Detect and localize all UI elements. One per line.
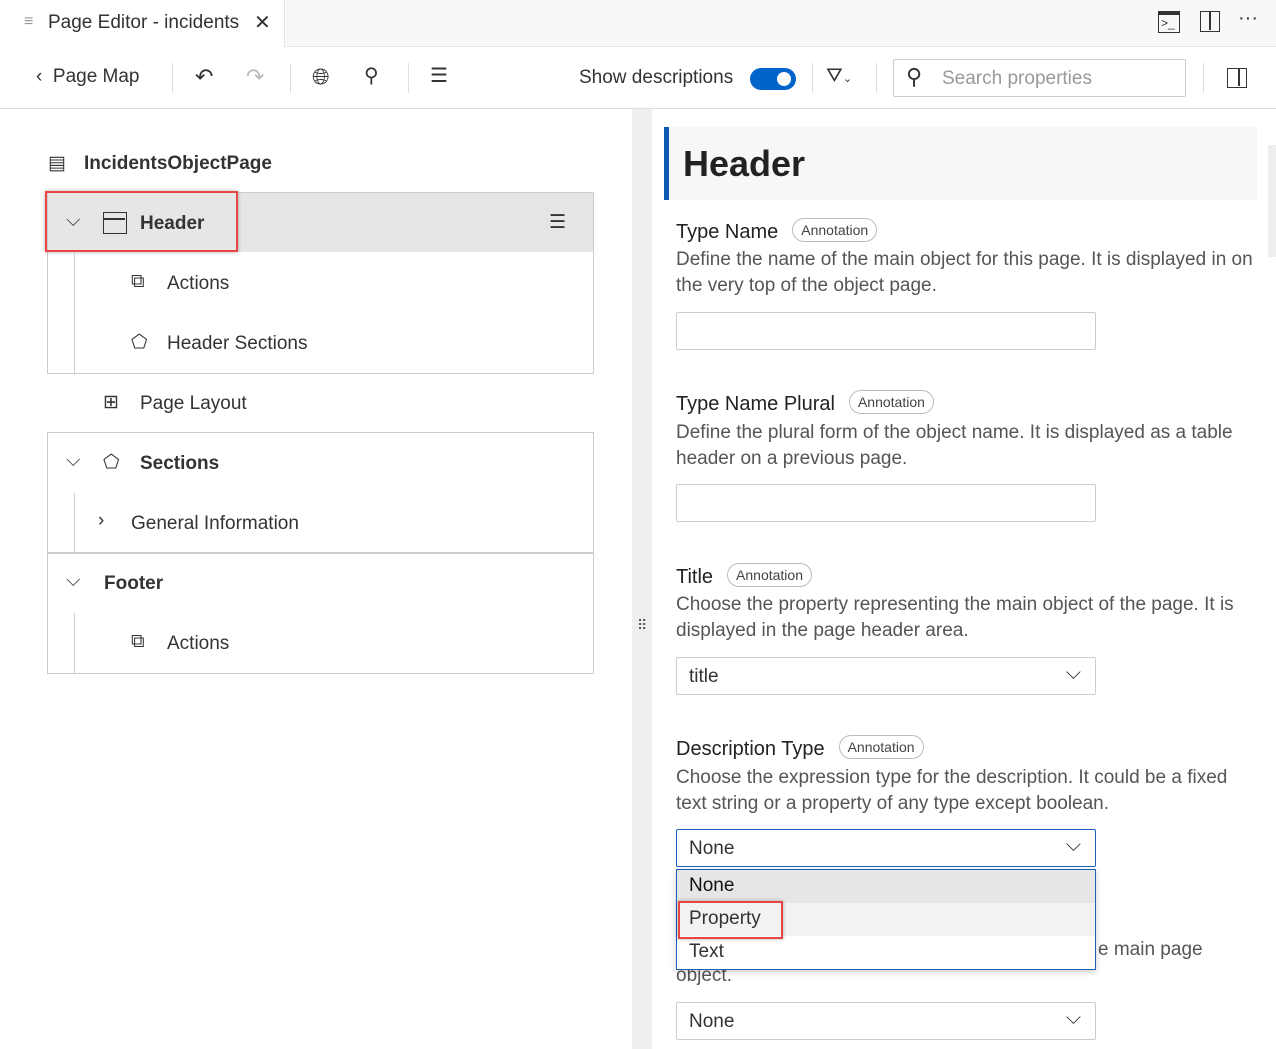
show-descriptions-label: Show descriptions: [579, 67, 734, 88]
description-select[interactable]: None ⌵: [676, 1002, 1096, 1040]
layout-icon: ⊞: [103, 392, 119, 413]
tab-bar: ≡ Page Editor - incidents ✕ >_ ···: [0, 0, 1276, 48]
puzzle-icon: ⬠: [131, 332, 148, 353]
option-text[interactable]: Text: [677, 936, 1095, 969]
field-description: Choose the property representing the mai…: [676, 594, 1234, 641]
highlight-box: [45, 191, 238, 252]
toggle-panel-icon[interactable]: [1227, 68, 1247, 88]
field-description-partial: e main page: [1098, 939, 1203, 960]
type-name-input[interactable]: [676, 312, 1096, 350]
broom-icon[interactable]: ⚲: [364, 66, 379, 86]
title-select[interactable]: title ⌵: [676, 657, 1096, 695]
select-value: title: [689, 666, 719, 687]
annotation-badge: Annotation: [727, 563, 812, 587]
menu-lines-icon: ≡: [24, 13, 34, 30]
footer-group: [47, 553, 594, 674]
chevron-down-icon: ⌵: [1065, 1007, 1081, 1029]
divider: [290, 63, 291, 93]
field-description: Choose the expression type for the descr…: [676, 767, 1228, 814]
panel-header: Header: [664, 127, 1257, 200]
show-descriptions-toggle[interactable]: [750, 68, 796, 90]
globe-icon[interactable]: 🌐︎: [312, 66, 330, 88]
search-input[interactable]: ⚲ Search properties: [893, 59, 1186, 97]
divider: [812, 63, 813, 93]
select-value: None: [689, 1011, 735, 1032]
tree-item-footer-actions[interactable]: Actions: [167, 633, 229, 655]
outline-icon[interactable]: ☰: [430, 66, 448, 86]
external-link-icon: ⧉: [131, 631, 145, 652]
chevron-down-icon: ⌵: [1065, 662, 1081, 684]
annotation-badge: Annotation: [838, 735, 924, 759]
tree-item-footer[interactable]: Footer: [104, 573, 163, 595]
page-icon: ▤: [48, 153, 66, 174]
redo-icon[interactable]: ↷: [246, 66, 264, 88]
field-label: Type Name Plural Annotation: [676, 390, 934, 416]
field-label: Description Type Annotation: [676, 735, 924, 761]
search-icon: ⚲: [906, 64, 923, 89]
chevron-left-icon: ‹: [36, 66, 43, 87]
tree-guide: [74, 613, 75, 673]
chevron-down-icon[interactable]: ⌵: [66, 570, 80, 592]
tree-guide: [74, 493, 75, 552]
undo-icon[interactable]: ↶: [195, 66, 213, 88]
split-editor-icon[interactable]: [1200, 11, 1220, 32]
puzzle-icon: ⬠: [103, 452, 120, 473]
tree-item-header-actions[interactable]: Actions: [167, 273, 229, 295]
sections-group: [47, 432, 594, 553]
tree-item-header-sections[interactable]: Header Sections: [167, 333, 307, 355]
close-icon[interactable]: ✕: [254, 13, 271, 33]
filter-icon[interactable]: ⛛⌄: [826, 66, 852, 86]
chevron-down-icon: ⌵: [1065, 834, 1081, 856]
chevron-down-icon[interactable]: ⌵: [66, 450, 80, 472]
tree-guide: [74, 253, 75, 373]
tree-item-sections[interactable]: Sections: [140, 453, 219, 475]
divider: [172, 63, 173, 93]
field-description: Define the plural form of the object nam…: [676, 422, 1233, 469]
panel-title: Header: [683, 143, 806, 184]
back-label: Page Map: [52, 66, 140, 87]
terminal-icon[interactable]: >_: [1158, 11, 1180, 33]
tree-root: IncidentsObjectPage: [84, 153, 272, 174]
type-name-plural-input[interactable]: [676, 484, 1096, 522]
divider: [876, 63, 877, 93]
outline-icon[interactable]: ☰: [549, 211, 566, 234]
tab-title: Page Editor - incidents: [48, 12, 240, 33]
select-value: None: [689, 838, 735, 859]
more-icon[interactable]: ···: [1238, 8, 1258, 28]
annotation-badge: Annotation: [848, 390, 934, 414]
description-type-select[interactable]: None ⌵: [676, 829, 1096, 867]
tab-page-editor[interactable]: ≡ Page Editor - incidents ✕: [0, 0, 285, 48]
field-label: Type Name Annotation: [676, 218, 878, 244]
chevron-right-icon[interactable]: ›: [98, 510, 104, 532]
toolbar: ‹ Page Map ↶ ↷ 🌐︎ ⚲ ☰ Show descriptions …: [0, 48, 1276, 109]
annotation-badge: Annotation: [792, 218, 878, 242]
divider: [1203, 63, 1204, 93]
external-link-icon: ⧉: [131, 271, 145, 292]
pane-splitter[interactable]: ⠿: [632, 109, 652, 1049]
tree-item-general-information[interactable]: General Information: [131, 513, 299, 535]
search-placeholder: Search properties: [942, 68, 1092, 89]
tree-item-page-layout[interactable]: Page Layout: [140, 393, 247, 415]
back-to-page-map-button[interactable]: ‹ Page Map: [36, 66, 140, 88]
divider: [408, 63, 409, 93]
highlight-box: [678, 901, 783, 939]
option-none[interactable]: None: [676, 869, 1096, 904]
scrollbar[interactable]: [1268, 145, 1276, 257]
field-description: Define the name of the main object for t…: [676, 249, 1253, 296]
field-label: Title Annotation: [676, 563, 812, 589]
